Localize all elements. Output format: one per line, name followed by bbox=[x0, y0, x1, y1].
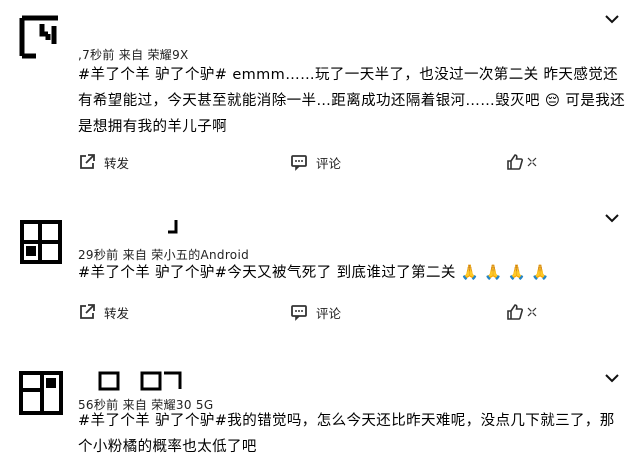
like-button[interactable] bbox=[506, 300, 538, 324]
chevron-down-icon[interactable] bbox=[604, 212, 620, 224]
post-2: 29秒前 来自 荣小五的Android #羊了个羊 驴了个驴#今天又被气死了 到… bbox=[0, 200, 640, 330]
username-redacted bbox=[160, 218, 182, 240]
avatar[interactable] bbox=[18, 14, 64, 60]
action-bar: 转发 评论 bbox=[78, 150, 558, 174]
comment-icon bbox=[291, 155, 307, 171]
thumbs-up-icon bbox=[507, 304, 523, 320]
post-meta: ,7秒前 来自 荣耀9X bbox=[78, 48, 189, 62]
post-content: #羊了个羊 驴了个驴# emmm……玩了一天半了，也没过一次第二关 昨天感觉还有… bbox=[78, 67, 626, 135]
thumbs-up-icon bbox=[507, 154, 523, 170]
comment-label: 评论 bbox=[316, 155, 342, 171]
share-label: 转发 bbox=[104, 155, 130, 171]
action-bar: 转发 评论 bbox=[78, 300, 558, 324]
redaction-mark bbox=[168, 220, 178, 234]
comment-button[interactable]: 评论 bbox=[290, 300, 341, 324]
chevron-down-icon[interactable] bbox=[604, 372, 620, 384]
redaction-mark bbox=[98, 371, 182, 391]
comment-icon bbox=[291, 305, 307, 321]
post-3: 56秒前 来自 荣耀30 5G #羊了个羊 驴了个驴#我的错觉吗，怎么今天还比昨… bbox=[0, 360, 640, 464]
share-label: 转发 bbox=[104, 305, 130, 321]
share-icon bbox=[80, 154, 95, 169]
share-button[interactable]: 转发 bbox=[78, 150, 129, 174]
post-content: #羊了个羊 驴了个驴#今天又被气死了 到底谁过了第二关 🙏 🙏 🙏 🙏 bbox=[78, 265, 550, 281]
post-content: #羊了个羊 驴了个驴#我的错觉吗，怎么今天还比昨天难呢，没点几下就三了，那个小粉… bbox=[78, 413, 615, 455]
chevron-down-icon[interactable] bbox=[604, 13, 620, 25]
sparkle-icon bbox=[527, 157, 537, 167]
share-icon bbox=[80, 304, 95, 319]
post-1: ,7秒前 来自 荣耀9X #羊了个羊 驴了个驴# emmm……玩了一天半了，也没… bbox=[0, 0, 640, 180]
comment-label: 评论 bbox=[316, 305, 342, 321]
comment-button[interactable]: 评论 bbox=[290, 150, 341, 174]
username-redacted bbox=[96, 370, 186, 392]
like-button[interactable] bbox=[506, 150, 538, 174]
share-button[interactable]: 转发 bbox=[78, 300, 129, 324]
sparkle-icon bbox=[527, 307, 537, 317]
avatar[interactable] bbox=[18, 210, 64, 268]
avatar[interactable] bbox=[18, 370, 64, 416]
